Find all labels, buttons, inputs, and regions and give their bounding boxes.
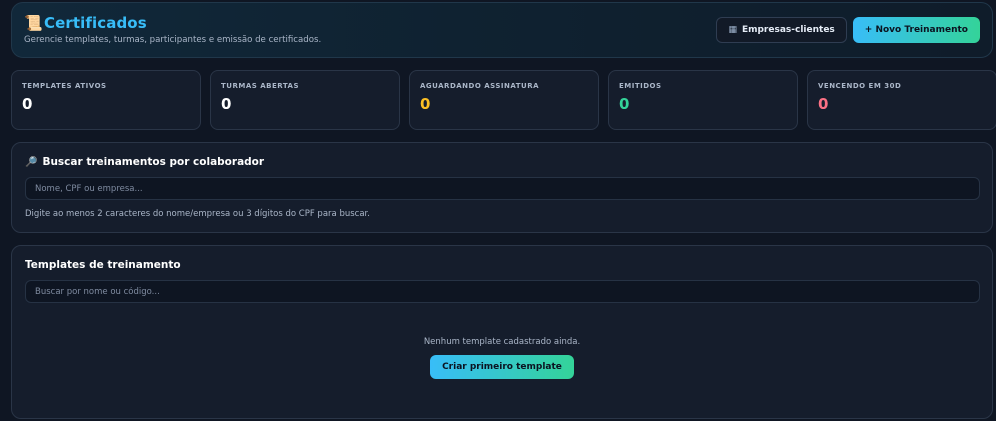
stat-label: AGUARDANDO ASSINATURA — [420, 82, 540, 90]
template-search-input[interactable] — [25, 280, 980, 303]
stat-card-issued: EMITIDOS 0 — [608, 70, 798, 130]
templates-empty-state: Nenhum template cadastrado ainda. Criar … — [25, 337, 979, 379]
employee-search-title-row: 🔎 Buscar treinamentos por colaborador — [25, 156, 979, 168]
empty-state-text: Nenhum template cadastrado ainda. — [423, 337, 581, 347]
stats-row: TEMPLATES ATIVOS 0 TURMAS ABERTAS 0 AGUA… — [11, 70, 996, 130]
page-title: Certificados — [44, 14, 147, 32]
stat-value: 0 — [420, 95, 431, 113]
certificates-page: 📜 Certificados Gerencie templates, turma… — [0, 0, 996, 421]
stat-value: 0 — [22, 95, 33, 113]
client-companies-button[interactable]: ▦ Empresas-clientes — [716, 17, 847, 43]
stat-card-awaiting-signature: AGUARDANDO ASSINATURA 0 — [409, 70, 599, 130]
employee-search-section: 🔎 Buscar treinamentos por colaborador Di… — [11, 142, 993, 233]
stat-card-open-classes: TURMAS ABERTAS 0 — [210, 70, 400, 130]
stat-label: TEMPLATES ATIVOS — [22, 82, 107, 90]
training-templates-section: Templates de treinamento Nenhum template… — [11, 245, 993, 419]
employee-search-title: Buscar treinamentos por colaborador — [42, 156, 265, 168]
scroll-icon: 📜 — [24, 14, 43, 32]
stat-label: EMITIDOS — [619, 82, 662, 90]
stat-value: 0 — [619, 95, 630, 113]
header-actions: ▦ Empresas-clientes + Novo Treinamento — [716, 17, 980, 43]
building-icon: ▦ — [728, 25, 737, 35]
templates-title: Templates de treinamento — [25, 259, 181, 271]
stat-label: VENCENDO EM 30D — [818, 82, 902, 90]
client-companies-label: Empresas-clientes — [741, 25, 835, 35]
page-header: 📜 Certificados Gerencie templates, turma… — [11, 2, 993, 58]
create-first-template-button[interactable]: Criar primeiro template — [430, 355, 574, 379]
stat-card-active-templates: TEMPLATES ATIVOS 0 — [11, 70, 201, 130]
stat-value: 0 — [221, 95, 232, 113]
stat-label: TURMAS ABERTAS — [221, 82, 300, 90]
employee-search-hint: Digite ao menos 2 caracteres do nome/emp… — [25, 209, 370, 219]
new-training-button[interactable]: + Novo Treinamento — [852, 17, 980, 43]
magnifier-icon: 🔎 — [25, 156, 38, 168]
employee-search-input[interactable] — [25, 177, 980, 200]
stat-value: 0 — [818, 95, 829, 113]
stat-card-expiring-30d: VENCENDO EM 30D 0 — [807, 70, 996, 130]
